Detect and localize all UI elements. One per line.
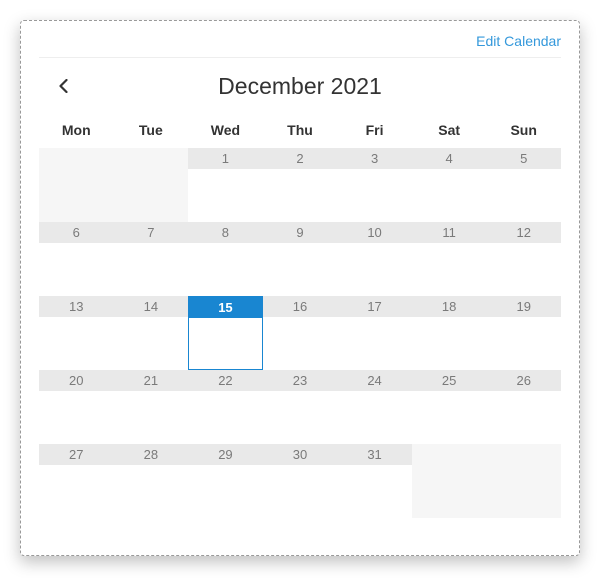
- day-number: 18: [412, 296, 487, 317]
- calendar-grid: 1234567891011121314151617181920212223242…: [39, 148, 561, 518]
- empty-cell: [39, 148, 114, 222]
- day-number: [114, 148, 189, 169]
- day-number: 4: [412, 148, 487, 169]
- day-cell[interactable]: 9: [263, 222, 338, 296]
- day-cell[interactable]: 19: [486, 296, 561, 370]
- month-title: December 2021: [39, 73, 561, 100]
- dow-fri: Fri: [337, 114, 412, 148]
- day-number: 12: [486, 222, 561, 243]
- day-number: 19: [486, 296, 561, 317]
- day-number: 14: [114, 296, 189, 317]
- empty-cell: [412, 444, 487, 518]
- day-cell[interactable]: 8: [188, 222, 263, 296]
- day-number: 2: [263, 148, 338, 169]
- day-cell[interactable]: 1: [188, 148, 263, 222]
- dow-mon: Mon: [39, 114, 114, 148]
- day-number: 3: [337, 148, 412, 169]
- day-cell[interactable]: 6: [39, 222, 114, 296]
- day-cell[interactable]: 22: [188, 370, 263, 444]
- day-number: 26: [486, 370, 561, 391]
- day-cell[interactable]: 15: [188, 296, 263, 370]
- day-number: 15: [189, 297, 262, 318]
- day-number: 30: [263, 444, 338, 465]
- day-number: 21: [114, 370, 189, 391]
- day-cell[interactable]: 24: [337, 370, 412, 444]
- day-cell[interactable]: 13: [39, 296, 114, 370]
- day-cell[interactable]: 10: [337, 222, 412, 296]
- day-cell[interactable]: 28: [114, 444, 189, 518]
- dow-tue: Tue: [114, 114, 189, 148]
- day-number: 7: [114, 222, 189, 243]
- day-cell[interactable]: 7: [114, 222, 189, 296]
- day-cell[interactable]: 31: [337, 444, 412, 518]
- day-cell[interactable]: 18: [412, 296, 487, 370]
- top-bar: Edit Calendar: [39, 33, 561, 58]
- day-cell[interactable]: 3: [337, 148, 412, 222]
- day-number: 11: [412, 222, 487, 243]
- day-cell[interactable]: 30: [263, 444, 338, 518]
- day-cell[interactable]: 23: [263, 370, 338, 444]
- day-number: 22: [188, 370, 263, 391]
- day-cell[interactable]: 4: [412, 148, 487, 222]
- day-number: 10: [337, 222, 412, 243]
- dow-thu: Thu: [263, 114, 338, 148]
- day-cell[interactable]: 17: [337, 296, 412, 370]
- day-number: 23: [263, 370, 338, 391]
- day-cell[interactable]: 27: [39, 444, 114, 518]
- empty-cell: [486, 444, 561, 518]
- day-cell[interactable]: 11: [412, 222, 487, 296]
- day-number: 13: [39, 296, 114, 317]
- day-number: 28: [114, 444, 189, 465]
- day-cell[interactable]: 12: [486, 222, 561, 296]
- day-number: 29: [188, 444, 263, 465]
- day-cell[interactable]: 29: [188, 444, 263, 518]
- day-number: 17: [337, 296, 412, 317]
- dow-sun: Sun: [486, 114, 561, 148]
- calendar-card: Edit Calendar December 2021 Mon Tue Wed …: [20, 20, 580, 556]
- day-cell[interactable]: 21: [114, 370, 189, 444]
- day-cell[interactable]: 5: [486, 148, 561, 222]
- calendar-header: December 2021: [39, 58, 561, 114]
- day-number: 24: [337, 370, 412, 391]
- day-number: 16: [263, 296, 338, 317]
- day-number: 9: [263, 222, 338, 243]
- day-cell[interactable]: 16: [263, 296, 338, 370]
- day-number: 31: [337, 444, 412, 465]
- day-number: 25: [412, 370, 487, 391]
- day-number: 20: [39, 370, 114, 391]
- day-cell[interactable]: 25: [412, 370, 487, 444]
- day-number: 1: [188, 148, 263, 169]
- day-cell[interactable]: 14: [114, 296, 189, 370]
- day-number: [39, 148, 114, 169]
- dow-wed: Wed: [188, 114, 263, 148]
- day-cell[interactable]: 20: [39, 370, 114, 444]
- day-number: [412, 444, 487, 465]
- day-cell[interactable]: 26: [486, 370, 561, 444]
- day-number: 6: [39, 222, 114, 243]
- day-of-week-row: Mon Tue Wed Thu Fri Sat Sun: [39, 114, 561, 148]
- day-number: [486, 444, 561, 465]
- dow-sat: Sat: [412, 114, 487, 148]
- empty-cell: [114, 148, 189, 222]
- day-number: 27: [39, 444, 114, 465]
- day-cell[interactable]: 2: [263, 148, 338, 222]
- edit-calendar-link[interactable]: Edit Calendar: [476, 33, 561, 49]
- day-number: 8: [188, 222, 263, 243]
- day-number: 5: [486, 148, 561, 169]
